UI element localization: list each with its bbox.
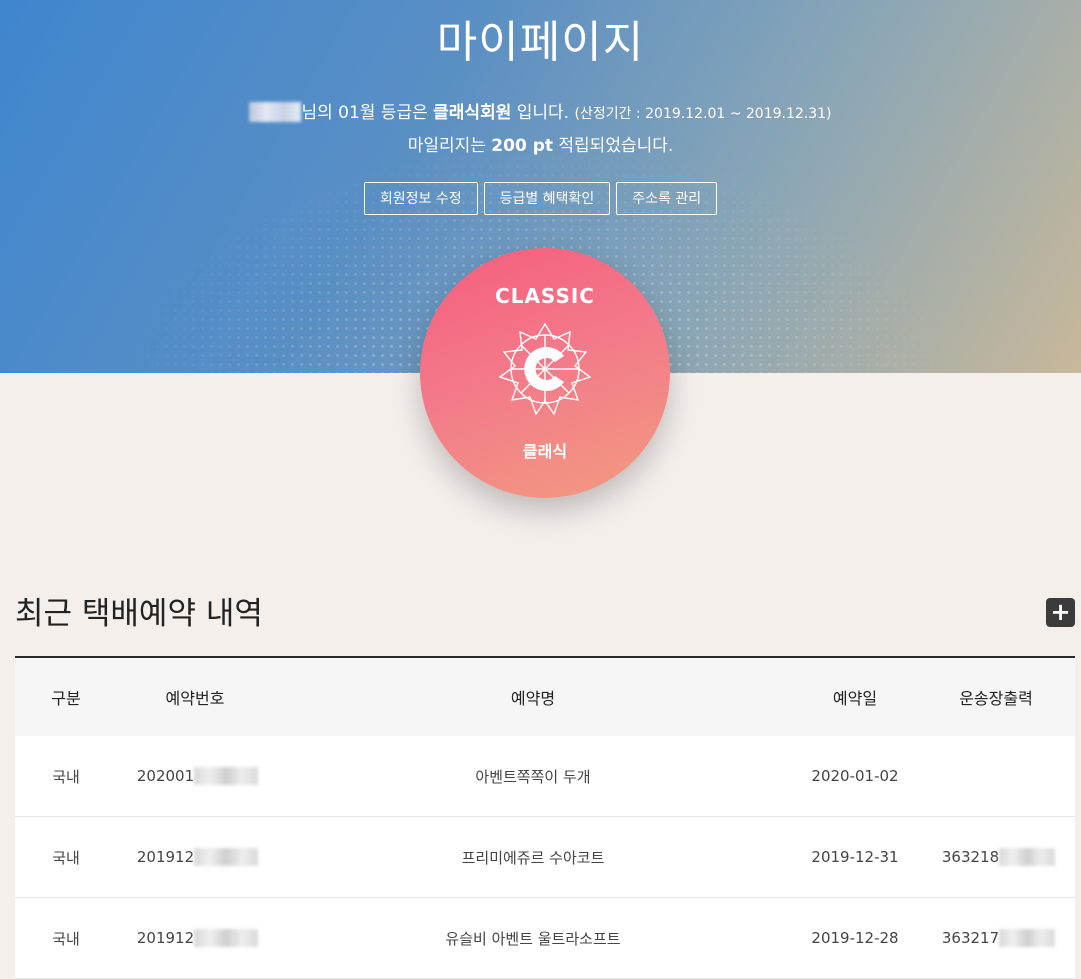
row-number[interactable]: 202001	[117, 736, 273, 817]
address-book-button[interactable]: 주소록 관리	[616, 182, 718, 215]
row-waybill	[917, 736, 1075, 817]
table-header-row: 구분 예약번호 예약명 예약일 운송장출력	[15, 657, 1075, 736]
row-date: 2019-12-28	[793, 897, 917, 979]
column-header-date: 예약일	[793, 657, 917, 736]
column-header-type: 구분	[15, 657, 117, 736]
row-waybill[interactable]: 363218	[917, 816, 1075, 898]
reservation-table: 구분 예약번호 예약명 예약일 운송장출력 국내 202001 아벤트쪽쪽이 두…	[15, 656, 1075, 979]
hero-button-group: 회원정보 수정 등급별 혜택확인 주소록 관리	[0, 182, 1081, 215]
grade-period: (산정기간 : 2019.12.01 ~ 2019.12.31)	[574, 106, 832, 122]
masked-waybill	[999, 929, 1056, 947]
row-type: 국내	[15, 736, 117, 817]
row-name[interactable]: 유슬비 아벤트 울트라소프트	[273, 897, 793, 979]
plus-icon[interactable]: +	[1046, 598, 1075, 627]
edit-member-info-button[interactable]: 회원정보 수정	[363, 182, 478, 215]
mileage-prefix: 마일리지는	[407, 136, 492, 156]
mileage-points: 200 pt	[491, 136, 553, 156]
row-number[interactable]: 201912	[117, 897, 273, 979]
classic-grade-emblem-icon	[498, 322, 592, 416]
row-number-text: 202001	[136, 767, 195, 785]
masked-username	[249, 102, 302, 122]
page-title: 마이페이지	[436, 17, 645, 68]
table-row[interactable]: 국내 201912 유슬비 아벤트 울트라소프트 2019-12-28 3632…	[15, 897, 1075, 979]
grade-benefits-button[interactable]: 등급별 혜택확인	[483, 182, 611, 215]
column-header-waybill: 운송장출력	[917, 657, 1075, 736]
grade-badge: CLASSIC 클래식	[420, 248, 670, 498]
masked-number	[194, 767, 259, 785]
masked-waybill	[999, 848, 1056, 866]
row-number-text: 201912	[136, 848, 195, 866]
grade-name: 클래식회원	[433, 103, 512, 123]
row-date: 2020-01-02	[793, 736, 917, 817]
row-type: 국내	[15, 816, 117, 898]
row-waybill[interactable]: 363217	[917, 897, 1075, 979]
grade-summary: 님의 01월 등급은 클래식회원 입니다. (산정기간 : 2019.12.01…	[0, 98, 1081, 123]
column-header-name: 예약명	[273, 657, 793, 736]
grade-badge-english: CLASSIC	[495, 284, 595, 308]
row-date: 2019-12-31	[793, 816, 917, 898]
row-number[interactable]: 201912	[117, 816, 273, 898]
row-name[interactable]: 프리미에쥬르 수아코트	[273, 816, 793, 898]
row-waybill-text: 363217	[941, 929, 1000, 947]
row-name[interactable]: 아벤트쪽쪽이 두개	[273, 736, 793, 817]
grade-text-prefix: 님의 01월 등급은	[301, 103, 434, 123]
grade-badge-korean: 클래식	[522, 442, 568, 461]
grade-text-after: 입니다.	[511, 103, 575, 123]
row-number-text: 201912	[136, 929, 195, 947]
mileage-suffix: 적립되었습니다.	[553, 136, 674, 156]
masked-number	[194, 848, 259, 866]
mileage-summary: 마일리지는 200 pt 적립되었습니다.	[0, 131, 1081, 156]
table-row[interactable]: 국내 201912 프리미에쥬르 수아코트 2019-12-31 363218	[15, 816, 1075, 898]
table-row[interactable]: 국내 202001 아벤트쪽쪽이 두개 2020-01-02	[15, 736, 1075, 817]
masked-number	[194, 929, 259, 947]
row-waybill-text: 363218	[941, 848, 1000, 866]
row-type: 국내	[15, 897, 117, 979]
column-header-number: 예약번호	[117, 657, 273, 736]
recent-reservations-title: 최근 택배예약 내역	[15, 596, 263, 632]
